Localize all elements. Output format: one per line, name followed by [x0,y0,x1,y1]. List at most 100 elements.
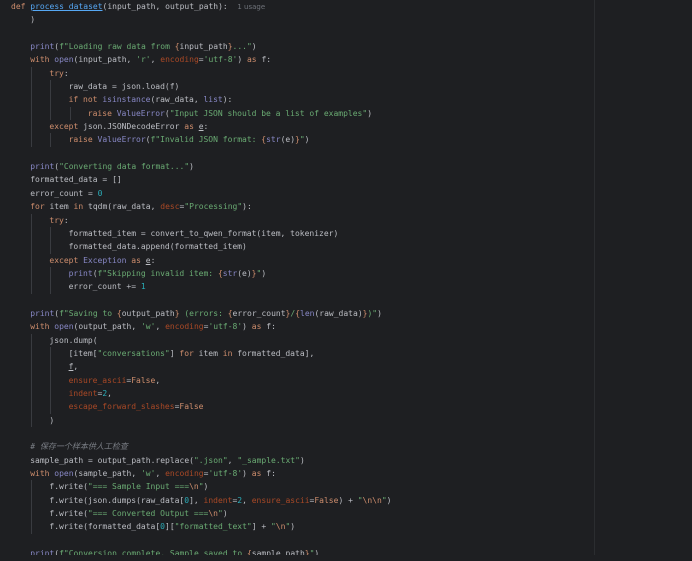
indent-guide [31,360,33,374]
code-line[interactable]: formatted_item = convert_to_qwen_format(… [11,226,692,241]
code-line[interactable]: # 保存一个样本供人工检查 [11,440,692,453]
code-token: item [49,202,74,212]
code-line[interactable] [11,534,692,547]
indent-guide [50,226,52,241]
code-token: raw_data = json.load(f) [68,82,180,92]
code-token: len [300,308,315,318]
code-token: process_dataset [30,2,103,11]
code-line[interactable]: with open(sample_path, 'w', encoding='ut… [11,467,692,480]
code-token: "_sample.txt" [237,455,300,465]
code-line[interactable]: error_count += 1 [11,280,692,294]
code-token: "=== Converted Output === [87,509,209,519]
code-line[interactable]: ) [11,13,692,26]
code-token: json.dump( [49,335,98,345]
code-line[interactable]: raw_data = json.load(f) [11,80,692,94]
code-line[interactable]: f.write("=== Sample Input ===\n") [11,480,692,494]
code-token: 'r' [136,55,151,65]
indent-guide [31,226,33,241]
code-token: (errors: [179,308,228,318]
code-token: (e) [237,268,252,278]
code-line-content: if not isinstance(raw_data, list): [11,95,233,105]
code-line[interactable]: except json.JSONDecodeError as e: [11,120,692,134]
code-line[interactable]: print(f"Loading raw data from {input_pat… [11,40,692,53]
code-line[interactable]: formatted_data = [] [11,173,692,186]
code-line-content: raw_data = json.load(f) [11,82,180,92]
code-token: "formatted_text" [174,522,252,532]
code-token: with [30,469,55,479]
code-token: (raw_data, [150,95,204,105]
indent-guide [31,280,33,294]
code-line[interactable]: error_count = 0 [11,187,692,200]
code-token: input_path [179,42,228,52]
code-line[interactable]: try: [11,66,692,81]
code-line-content: with open(output_path, 'w', encoding='ut… [11,322,276,331]
code-token: ) [189,162,194,172]
code-line[interactable]: f.write(formatted_data[0]["formatted_tex… [11,520,692,534]
code-line[interactable]: with open(output_path, 'w', encoding='ut… [11,320,692,333]
code-line-content: try: [11,216,68,225]
code-token: (input_path, output_path): [102,2,238,11]
code-line[interactable] [11,147,692,160]
code-token: ) [30,15,36,25]
code-line[interactable]: except Exception as e: [11,253,692,267]
indent-guide [31,266,33,281]
code-token: open [54,322,74,332]
code-token: "Converting data format..." [59,162,190,172]
code-line[interactable]: ensure_ascii=False, [11,373,692,387]
code-token: except [49,255,84,265]
code-token: raise [68,135,98,145]
code-line[interactable] [11,27,692,40]
code-line[interactable]: json.dump( [11,333,692,347]
code-line[interactable]: indent=2, [11,386,692,401]
code-token: error_count = [30,188,98,198]
code-line[interactable]: f.write("=== Converted Output ===\n") [11,507,692,521]
code-token: , [155,322,166,332]
code-line[interactable]: print("Converting data format...") [11,160,692,173]
code-line[interactable]: f.write(json.dumps(raw_data[0], indent=2… [11,493,692,508]
code-token: escape_forward_slashes [68,402,175,412]
code-line-content: for item in tqdm(raw_data, desc="Process… [11,202,252,211]
indent-guide [31,346,33,361]
code-line[interactable]: def process_dataset(input_path, output_p… [11,0,692,13]
code-line[interactable] [11,294,692,307]
code-line-content: # 保存一个样本供人工检查 [11,442,128,451]
indent-guide [31,507,33,521]
code-token: ): [222,95,233,105]
code-token: ..." [232,42,252,52]
code-line[interactable]: try: [11,213,692,227]
code-token: 'utf-8' [208,469,243,479]
code-token: ) [237,55,247,65]
code-line[interactable]: raise ValueError(f"Invalid JSON format: … [11,133,692,147]
code-line[interactable]: if not isinstance(raw_data, list): [11,93,692,107]
code-editor[interactable]: def process_dataset(input_path, output_p… [0,0,692,561]
code-line[interactable]: formatted_data.append(formatted_item) [11,240,692,254]
code-token: with [30,322,55,332]
code-token: print [30,162,55,172]
code-line[interactable]: raise ValueError("Input JSON should be a… [11,106,692,121]
code-token: : [150,255,156,265]
code-line[interactable]: ) [11,413,692,427]
code-token: error_count [232,308,286,318]
code-line[interactable]: sample_path = output_path.replace(".json… [11,454,692,467]
code-token: f.write( [49,482,88,492]
code-line[interactable]: escape_forward_slashes=False [11,400,692,414]
code-token: f.write(json.dumps(raw_data[ [49,495,185,505]
code-line-content: formatted_item = convert_to_qwen_format(… [11,229,339,238]
code-token: formatted_data = [] [30,175,122,185]
code-line[interactable] [11,427,692,440]
indent-guide [31,133,33,147]
code-token: ) [251,42,257,52]
code-token: open [54,469,74,479]
code-line[interactable]: for item in tqdm(raw_data, desc="Process… [11,200,692,213]
code-line[interactable]: print(f"Skipping invalid item: {str(e)}"… [11,266,692,281]
code-line[interactable]: f, [11,360,692,374]
code-line[interactable]: [item["conversations"] for item in forma… [11,346,692,361]
code-line[interactable]: with open(input_path, 'r', encoding='utf… [11,53,692,66]
code-token: , [73,362,79,372]
code-line[interactable]: print(f"Saving to {output_path} (errors:… [11,307,692,320]
code-token: , [155,375,161,385]
editor-bottom-edge [0,555,692,561]
code-area[interactable]: def process_dataset(input_path, output_p… [11,0,692,560]
code-token: ) [49,415,55,425]
code-line-content: json.dump( [11,335,98,345]
